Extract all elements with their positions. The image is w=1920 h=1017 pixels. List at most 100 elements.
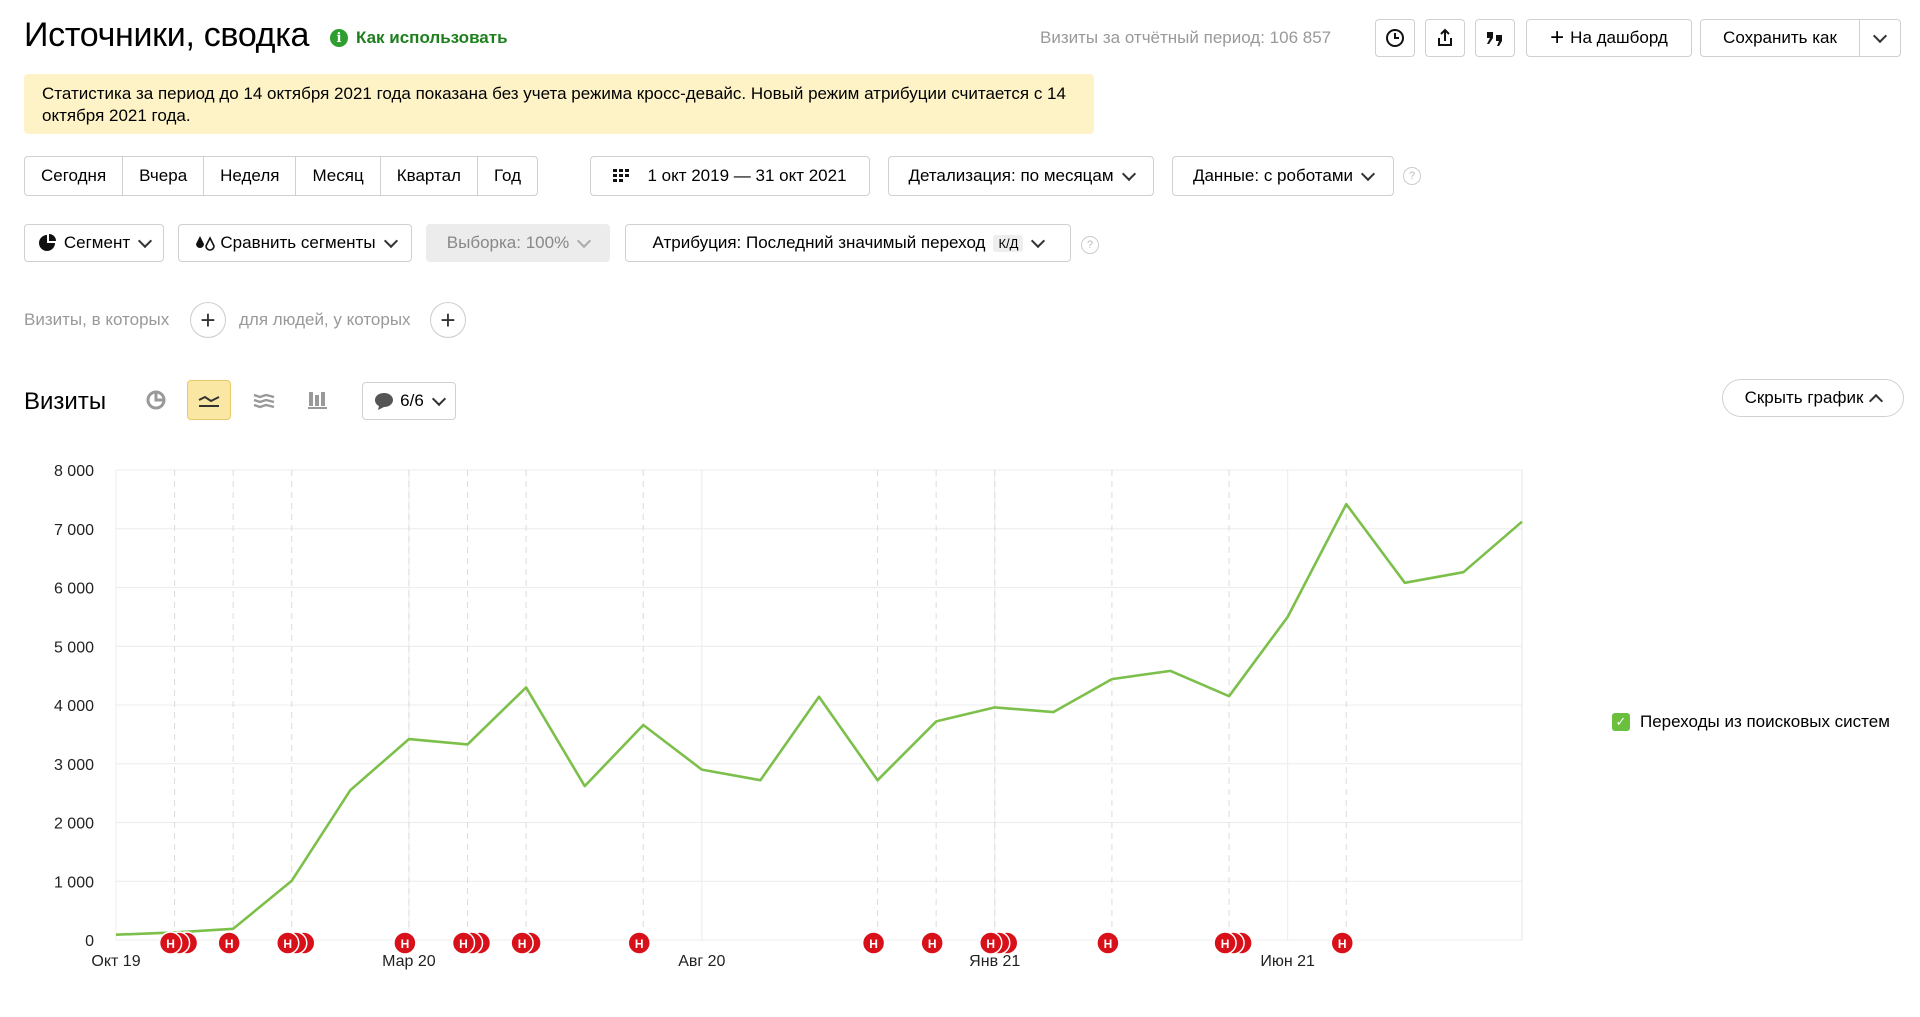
export-button[interactable] (1425, 19, 1465, 57)
save-as-label: Сохранить как (1723, 28, 1837, 47)
add-dashboard-button[interactable]: + На дашборд (1526, 19, 1692, 57)
chevron-down-icon (1121, 166, 1136, 181)
people-filter-label: для людей, у которых (239, 310, 411, 329)
chevron-down-icon (431, 391, 446, 406)
bar-view-button[interactable] (296, 380, 340, 420)
plus-icon: + (440, 304, 456, 335)
chart-title: Визиты (24, 388, 107, 415)
x-tick-label: Янв 21 (969, 953, 1020, 970)
stacked-area-icon (253, 393, 275, 409)
legend-label: Переходы из поисковых систем (1640, 712, 1890, 731)
attribution-label: Атрибуция: Последний значимый переход (652, 233, 986, 252)
chevron-down-icon (138, 233, 153, 248)
add-visit-filter-button[interactable]: + (190, 302, 226, 338)
annotation-marker-label: Н (869, 937, 878, 951)
plus-icon: + (1550, 24, 1565, 51)
line-view-button[interactable] (187, 380, 231, 420)
calendar-icon (613, 169, 630, 182)
compare-segments-dropdown[interactable]: Сравнить сегменты (178, 224, 412, 262)
quote-icon (1487, 32, 1502, 46)
clock-icon (1386, 29, 1404, 47)
annotation-marker-label: Н (518, 937, 527, 951)
add-people-filter-button[interactable]: + (430, 302, 466, 338)
x-tick-label: Мар 20 (382, 953, 436, 970)
add-dashboard-label: На дашборд (1570, 28, 1668, 47)
data-mode-dropdown[interactable]: Данные: с роботами (1172, 156, 1394, 196)
annotation-marker-label: Н (928, 937, 937, 951)
detail-dropdown[interactable]: Детализация: по месяцам (888, 156, 1154, 196)
y-tick-label: 2 000 (54, 816, 94, 833)
sample-dropdown[interactable]: Выборка: 100% (426, 224, 610, 262)
annotation-marker-label: Н (1104, 937, 1113, 951)
segment-label: Сегмент (63, 233, 131, 252)
how-to-use-label: Как использовать (356, 28, 508, 47)
x-tick-label: Окт 19 (91, 953, 140, 970)
period-quarter[interactable]: Квартал (381, 157, 478, 195)
annotation-marker-label: Н (986, 937, 995, 951)
period-week[interactable]: Неделя (204, 157, 297, 195)
y-tick-label: 4 000 (54, 698, 94, 715)
compare-segments-label: Сравнить сегменты (220, 233, 376, 252)
save-as-dropdown[interactable] (1859, 19, 1901, 57)
chevron-down-icon (577, 233, 592, 248)
visits-filter-label: Визиты, в которых (24, 310, 170, 329)
y-tick-label: 1 000 (54, 874, 94, 891)
line-chart-icon (198, 395, 220, 407)
chevron-down-icon (1031, 233, 1046, 248)
comment-icon (375, 393, 394, 410)
history-button[interactable] (1375, 19, 1415, 57)
annotation-marker-label: Н (635, 937, 644, 951)
info-icon: i (330, 29, 348, 47)
pie-view-button[interactable] (134, 380, 178, 420)
cross-device-badge: К/Д (993, 234, 1024, 252)
y-tick-label: 7 000 (54, 522, 94, 539)
annotation-marker-label: Н (1338, 937, 1347, 951)
feedback-button[interactable] (1475, 19, 1515, 57)
how-to-use-link[interactable]: i Как использовать (330, 28, 508, 48)
annotation-marker-label: Н (459, 937, 468, 951)
chart-legend[interactable]: ✓ Переходы из поисковых систем (1612, 712, 1890, 732)
hide-chart-label: Скрыть график (1744, 388, 1864, 407)
chevron-down-icon (1872, 28, 1888, 43)
visits-total: Визиты за отчётный период: 106 857 (1040, 28, 1332, 47)
pie-chart-icon (38, 234, 56, 251)
data-mode-label: Данные: с роботами (1192, 166, 1354, 185)
annotation-marker-label: Н (166, 937, 175, 951)
chevron-up-icon (1869, 393, 1884, 408)
save-as-button[interactable]: Сохранить как (1700, 19, 1860, 57)
date-range-button[interactable]: 1 окт 2019 — 31 окт 2021 (590, 156, 870, 196)
pie-view-icon (146, 390, 166, 410)
period-month[interactable]: Месяц (296, 157, 381, 195)
area-view-button[interactable] (242, 380, 286, 420)
chevron-down-icon (1360, 166, 1376, 181)
help-icon[interactable]: ? (1081, 236, 1099, 254)
period-yesterday[interactable]: Вчера (123, 157, 205, 195)
period-year[interactable]: Год (478, 157, 537, 195)
page-title: Источники, сводка (24, 16, 310, 54)
annotation-marker-label: Н (1221, 937, 1230, 951)
compare-icon (196, 236, 216, 251)
y-tick-label: 5 000 (54, 639, 94, 656)
checkbox-icon[interactable]: ✓ (1612, 713, 1630, 731)
hide-chart-button[interactable]: Скрыть график (1722, 379, 1904, 417)
y-tick-label: 0 (85, 933, 94, 950)
y-tick-label: 8 000 (54, 463, 94, 480)
segment-dropdown[interactable]: Сегмент (24, 224, 164, 262)
share-icon (1438, 28, 1452, 46)
y-tick-label: 3 000 (54, 757, 94, 774)
annotation-marker-label: Н (401, 937, 410, 951)
detail-label: Детализация: по месяцам (908, 166, 1114, 185)
attribution-dropdown[interactable]: Атрибуция: Последний значимый переход К/… (625, 224, 1071, 262)
bar-chart-icon (308, 392, 327, 409)
attribution-notice: Статистика за период до 14 октября 2021 … (24, 74, 1094, 134)
help-icon[interactable]: ? (1403, 167, 1421, 185)
y-tick-label: 6 000 (54, 581, 94, 598)
visits-line-chart: 8 000 7 000 6 000 5 000 4 000 3 000 2 000 1 000… (54, 463, 1523, 970)
plus-icon: + (200, 304, 216, 335)
date-range-label: 1 окт 2019 — 31 окт 2021 (647, 166, 847, 185)
sample-label: Выборка: 100% (446, 233, 570, 252)
chevron-down-icon (383, 233, 398, 248)
period-today[interactable]: Сегодня (25, 157, 124, 195)
annotation-marker-label: Н (225, 937, 234, 951)
annotations-dropdown[interactable]: 6/6 (362, 382, 456, 420)
